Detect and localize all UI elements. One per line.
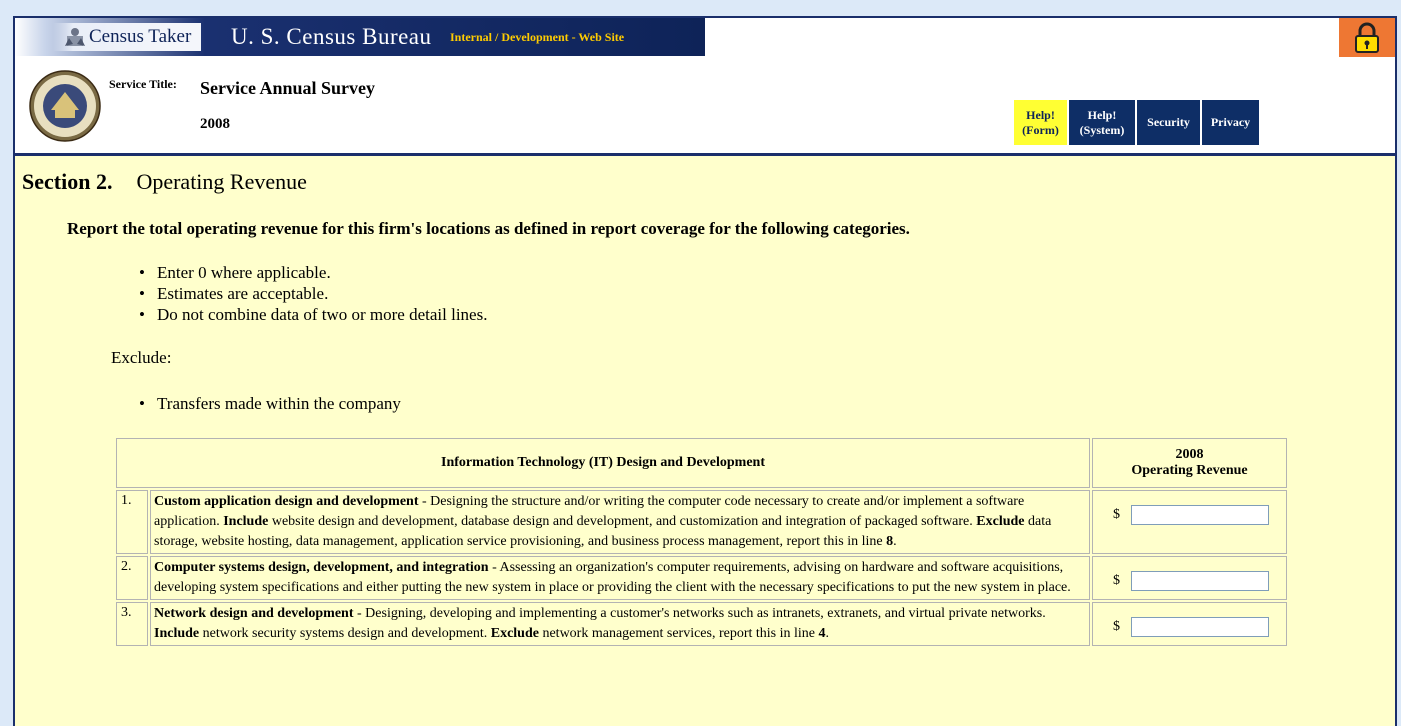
description-text: network security systems design and deve…	[199, 626, 491, 641]
revenue-input-line-2[interactable]	[1131, 571, 1269, 591]
table-row: 3. Network design and development - Desig…	[116, 602, 1287, 646]
census-taker-icon	[65, 28, 85, 46]
privacy-button[interactable]: Privacy	[1202, 100, 1259, 145]
help-form-sublabel: (Form)	[1022, 122, 1059, 137]
description-emphasis: Exclude	[976, 514, 1025, 529]
description-emphasis: Include	[154, 626, 200, 641]
line-description: Computer systems design, development, an…	[150, 556, 1090, 600]
revenue-table: Information Technology (IT) Design and D…	[114, 436, 1289, 648]
header-category: Information Technology (IT) Design and D…	[116, 438, 1090, 488]
lock-button[interactable]	[1339, 18, 1395, 57]
list-item: Transfers made within the company	[139, 393, 401, 414]
banner: Census Taker U. S. Census Bureau Interna…	[15, 18, 705, 56]
line-description: Network design and development - Designi…	[150, 602, 1090, 646]
description-text: website design and development, database…	[268, 514, 977, 529]
currency-symbol: $	[1113, 573, 1120, 588]
revenue-cell: $	[1092, 556, 1287, 600]
description-text: network management services, report this…	[538, 626, 819, 641]
header-year: 2008	[1175, 447, 1204, 462]
help-form-label: Help!	[1026, 107, 1055, 122]
security-button[interactable]: Security	[1137, 100, 1200, 145]
help-system-sublabel: (System)	[1079, 122, 1125, 137]
list-item: Enter 0 where applicable.	[139, 262, 487, 283]
census-taker-label: Census Taker	[89, 26, 192, 47]
section-heading: Section 2. Operating Revenue	[22, 169, 307, 195]
list-item: Estimates are acceptable.	[139, 283, 487, 304]
exclude-list: Transfers made within the company	[139, 393, 401, 414]
service-title-label: Service Title:	[109, 77, 177, 91]
line-number: 3.	[116, 602, 148, 646]
privacy-label: Privacy	[1210, 115, 1251, 129]
line-description: Custom application design and developmen…	[150, 490, 1090, 554]
revenue-cell: $	[1092, 602, 1287, 646]
help-system-label: Help!	[1087, 107, 1117, 122]
page-frame: Census Taker U. S. Census Bureau Interna…	[13, 16, 1397, 726]
header-revenue-label: Operating Revenue	[1131, 463, 1248, 478]
header-revenue: 2008 Operating Revenue	[1092, 438, 1287, 488]
table-row: 2. Computer systems design, development, …	[116, 556, 1287, 600]
line-number: 2.	[116, 556, 148, 600]
department-of-commerce-seal	[29, 70, 101, 142]
description-emphasis: 4	[818, 626, 826, 641]
revenue-input-line-3[interactable]	[1131, 617, 1269, 637]
service-year: 2008	[200, 116, 230, 132]
table-body: 1. Custom application design and developm…	[116, 490, 1287, 646]
description-emphasis: Exclude	[490, 626, 539, 641]
exclude-label: Exclude:	[111, 348, 172, 367]
currency-symbol: $	[1113, 507, 1120, 522]
description-emphasis: Custom application design and developmen…	[154, 494, 419, 509]
line-number: 1.	[116, 490, 148, 554]
section-title: Operating Revenue	[136, 169, 307, 194]
census-taker-link[interactable]: Census Taker	[53, 23, 202, 51]
revenue-cell: $	[1092, 490, 1287, 554]
lock-icon	[1355, 22, 1379, 53]
instructions: Report the total operating revenue for t…	[67, 219, 910, 238]
description-emphasis: Computer systems design, development, an…	[154, 560, 489, 575]
header: Census Taker U. S. Census Bureau Interna…	[15, 18, 1395, 156]
help-system-button[interactable]: Help! (System)	[1069, 100, 1135, 145]
help-form-button[interactable]: Help! (Form)	[1014, 100, 1067, 145]
revenue-table-wrapper: Information Technology (IT) Design and D…	[114, 436, 1289, 648]
section-number: Section 2.	[22, 169, 113, 194]
instruction-list: Enter 0 where applicable. Estimates are …	[139, 262, 487, 325]
description-text: .	[825, 626, 830, 641]
table-row: 1. Custom application design and developm…	[116, 490, 1287, 554]
site-notice: Internal / Development - Web Site	[450, 30, 625, 44]
description-text: .	[893, 534, 897, 549]
service-title: Service Annual Survey	[200, 78, 376, 98]
description-emphasis: Network design and development	[154, 606, 354, 621]
description-emphasis: Include	[223, 514, 269, 529]
list-item: Do not combine data of two or more detai…	[139, 304, 487, 325]
security-label: Security	[1147, 115, 1190, 129]
currency-symbol: $	[1113, 619, 1120, 634]
bureau-title: U. S. Census Bureau	[231, 24, 432, 49]
table-header-row: Information Technology (IT) Design and D…	[116, 438, 1287, 488]
description-text: - Designing, developing and implementing…	[353, 606, 1046, 621]
revenue-input-line-1[interactable]	[1131, 505, 1269, 525]
